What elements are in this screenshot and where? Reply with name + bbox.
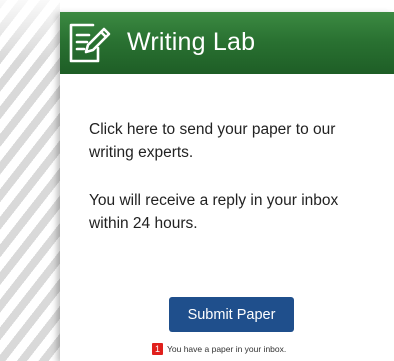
striped-background-fade: [0, 0, 60, 361]
send-paper-instruction[interactable]: Click here to send your paper to our wri…: [89, 118, 379, 164]
app-title: Writing Lab: [127, 28, 256, 56]
card-header: Writing Lab: [60, 12, 394, 74]
reply-time-info: You will receive a reply in your inbox w…: [89, 192, 339, 232]
writing-lab-card: Writing Lab Click here to send your pape…: [60, 12, 394, 361]
submit-paper-button[interactable]: Submit Paper: [169, 297, 294, 332]
page: Writing Lab Click here to send your pape…: [0, 0, 394, 361]
writing-pad-pencil-icon: [67, 22, 111, 64]
inbox-notification-text: You have a paper in your inbox.: [167, 344, 287, 354]
notification-count-badge: 1: [152, 343, 163, 355]
inbox-notification[interactable]: 1 You have a paper in your inbox.: [152, 342, 286, 356]
